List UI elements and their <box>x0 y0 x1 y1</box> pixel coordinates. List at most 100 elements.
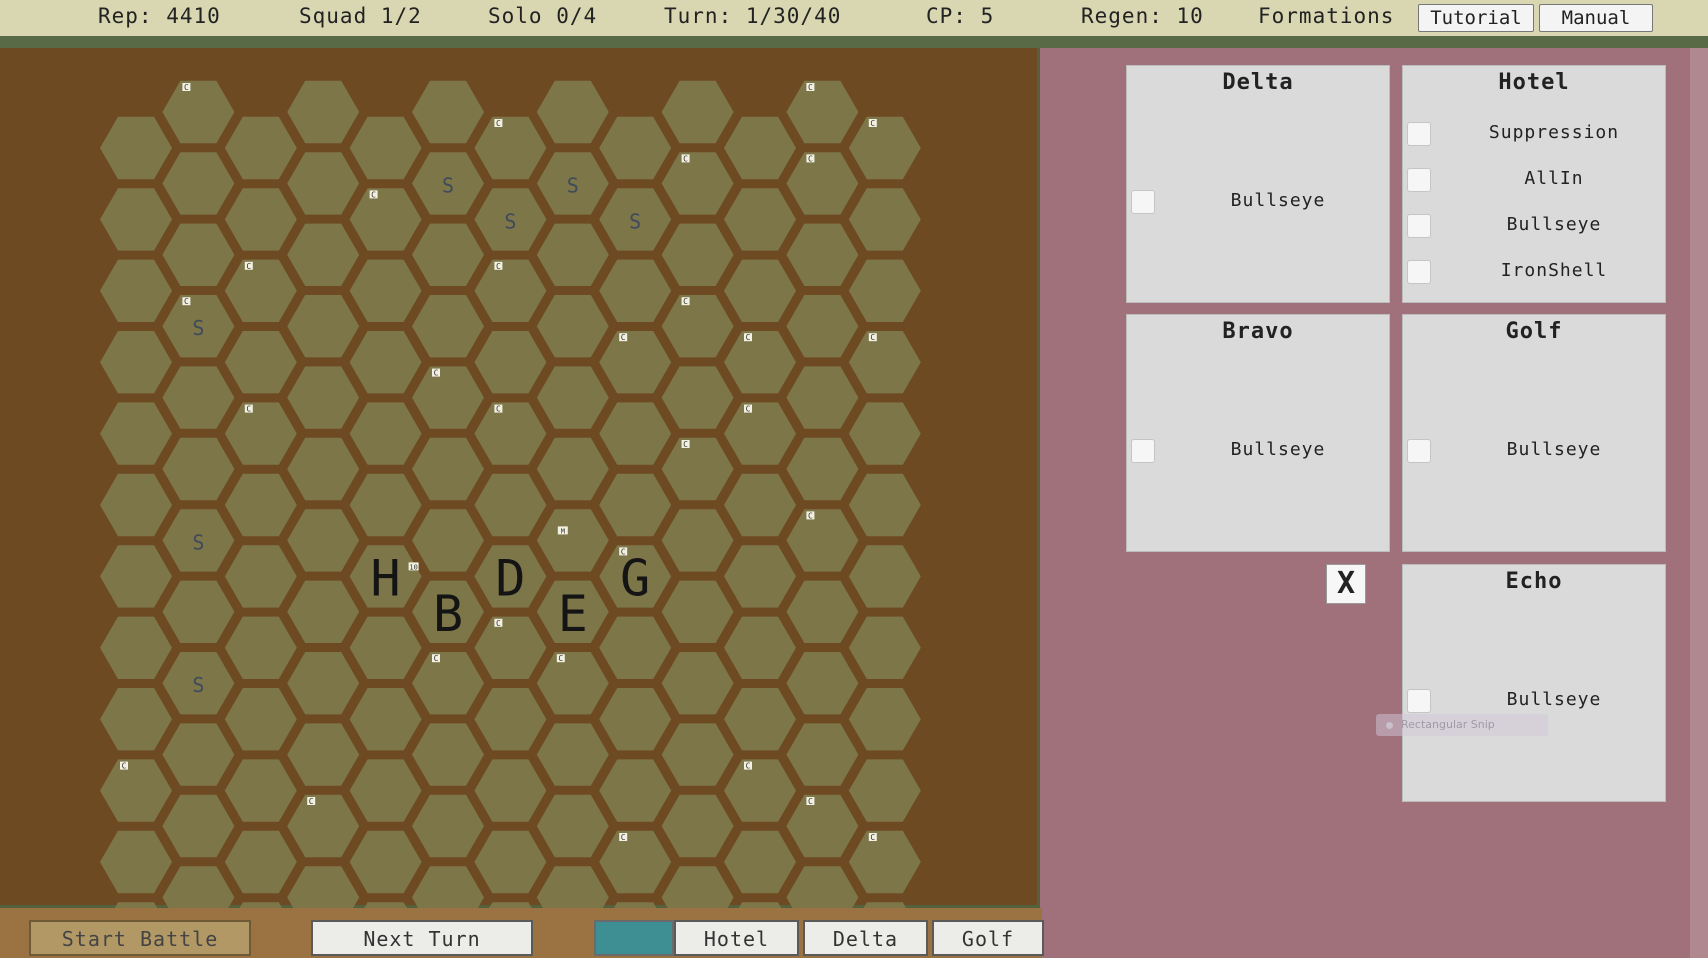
hex-cell[interactable] <box>162 80 235 144</box>
hex-cell[interactable] <box>786 652 859 715</box>
hex-cell[interactable] <box>224 830 297 894</box>
option-checkbox[interactable] <box>1407 439 1431 463</box>
tab-golf[interactable]: Golf <box>932 920 1044 956</box>
hex-cell[interactable] <box>848 759 921 822</box>
hex-cell[interactable] <box>474 331 547 394</box>
option-checkbox[interactable] <box>1131 190 1155 214</box>
hex-cell[interactable] <box>599 830 672 894</box>
hex-cell[interactable] <box>474 759 547 822</box>
hex-cell[interactable] <box>349 116 422 180</box>
hex-cell[interactable] <box>100 545 172 608</box>
hex-cell[interactable] <box>786 80 859 144</box>
option-row[interactable]: AllIn <box>1403 166 1665 194</box>
hex-cell[interactable] <box>474 402 547 465</box>
hex-cell[interactable] <box>536 866 609 908</box>
option-checkbox[interactable] <box>1407 689 1431 713</box>
hex-cell[interactable] <box>412 652 484 715</box>
tab-active-blank[interactable] <box>594 920 674 956</box>
hex-cell[interactable] <box>536 652 609 715</box>
hex-cell[interactable] <box>848 331 921 394</box>
hex-cell[interactable] <box>786 794 859 858</box>
hex-cell[interactable] <box>474 616 547 679</box>
hex-cell[interactable] <box>349 473 422 537</box>
hex-cell[interactable] <box>599 402 672 465</box>
option-checkbox[interactable] <box>1131 439 1155 463</box>
hex-cell[interactable] <box>162 866 235 908</box>
hex-cell[interactable] <box>412 509 484 572</box>
hex-cell[interactable] <box>412 80 484 144</box>
hex-cell[interactable] <box>224 188 297 251</box>
hex-cell[interactable] <box>724 331 796 394</box>
hex-cell[interactable] <box>412 723 484 786</box>
option-row[interactable]: Bullseye <box>1127 188 1389 216</box>
hex-cell[interactable] <box>848 402 921 465</box>
hex-cell[interactable] <box>724 402 796 465</box>
hex-cell[interactable] <box>224 259 297 322</box>
hex-cell[interactable] <box>349 830 422 894</box>
hex-cell[interactable] <box>100 473 172 537</box>
hex-cell[interactable] <box>224 473 297 537</box>
tab-delta[interactable]: Delta <box>803 920 928 956</box>
hex-cell[interactable] <box>287 580 360 643</box>
hex-grid[interactable]: S S S S S S S H D G B E C C C C C C C C C C C C C C C C C C C C C C C C C C C C… <box>0 48 1040 908</box>
option-checkbox[interactable] <box>1407 214 1431 238</box>
tutorial-button[interactable]: Tutorial <box>1418 4 1534 32</box>
hex-cell[interactable] <box>287 223 360 286</box>
manual-button[interactable]: Manual <box>1539 4 1653 32</box>
hex-cell[interactable] <box>786 723 859 786</box>
hex-cell[interactable] <box>349 759 422 822</box>
hex-cell[interactable] <box>599 616 672 679</box>
hex-cell[interactable] <box>162 437 235 501</box>
hex-cell[interactable] <box>599 473 672 537</box>
hex-cell[interactable] <box>536 223 609 286</box>
hex-board[interactable]: S S S S S S S H D G B E C C C C C C C C C C C C C C C C C C C C C C C C C C C C… <box>0 48 1040 908</box>
option-row[interactable]: IronShell <box>1403 258 1665 286</box>
close-button[interactable]: X <box>1326 564 1366 604</box>
hex-cell[interactable] <box>349 688 422 751</box>
hex-cell[interactable] <box>287 509 360 572</box>
hex-cell[interactable] <box>224 616 297 679</box>
hex-cell[interactable] <box>224 545 297 608</box>
hex-cell[interactable] <box>848 116 921 180</box>
hex-cell[interactable] <box>224 331 297 394</box>
hex-cell[interactable] <box>474 259 547 322</box>
hex-cell[interactable] <box>786 509 859 572</box>
hex-cell[interactable] <box>599 688 672 751</box>
hex-cell[interactable] <box>100 331 172 394</box>
hex-cell[interactable] <box>474 473 547 537</box>
hex-cell[interactable] <box>224 402 297 465</box>
hex-cell[interactable] <box>724 688 796 751</box>
hex-cell[interactable] <box>599 331 672 394</box>
hex-cell[interactable] <box>724 259 796 322</box>
hex-cell[interactable] <box>536 366 609 429</box>
hex-cell[interactable] <box>848 473 921 537</box>
hex-cell[interactable] <box>786 366 859 429</box>
hex-cell[interactable] <box>661 366 734 429</box>
hex-cell[interactable] <box>100 259 172 322</box>
hex-cell[interactable] <box>100 116 172 180</box>
start-battle-button[interactable]: Start Battle <box>29 920 251 956</box>
option-checkbox[interactable] <box>1407 122 1431 146</box>
hex-cell[interactable] <box>224 688 297 751</box>
option-checkbox[interactable] <box>1407 168 1431 192</box>
hex-cell[interactable] <box>786 152 859 215</box>
hex-cell[interactable] <box>661 509 734 572</box>
hex-cell[interactable] <box>162 152 235 215</box>
hex-cell[interactable] <box>412 794 484 858</box>
hex-cell[interactable] <box>661 794 734 858</box>
hex-cell[interactable] <box>848 188 921 251</box>
hex-cell[interactable] <box>661 723 734 786</box>
hex-cell[interactable] <box>162 580 235 643</box>
option-checkbox[interactable] <box>1407 260 1431 284</box>
hex-cell[interactable] <box>224 116 297 180</box>
hex-cell[interactable] <box>599 259 672 322</box>
hex-cell[interactable] <box>848 830 921 894</box>
hex-cell[interactable] <box>412 866 484 908</box>
hex-cell[interactable] <box>724 759 796 822</box>
hex-cell[interactable] <box>724 473 796 537</box>
option-row[interactable]: Bullseye <box>1127 437 1389 465</box>
hex-cell[interactable] <box>661 295 734 358</box>
hex-cell[interactable] <box>661 652 734 715</box>
formations-label[interactable]: Formations <box>1258 4 1394 28</box>
hex-cell[interactable] <box>100 188 172 251</box>
